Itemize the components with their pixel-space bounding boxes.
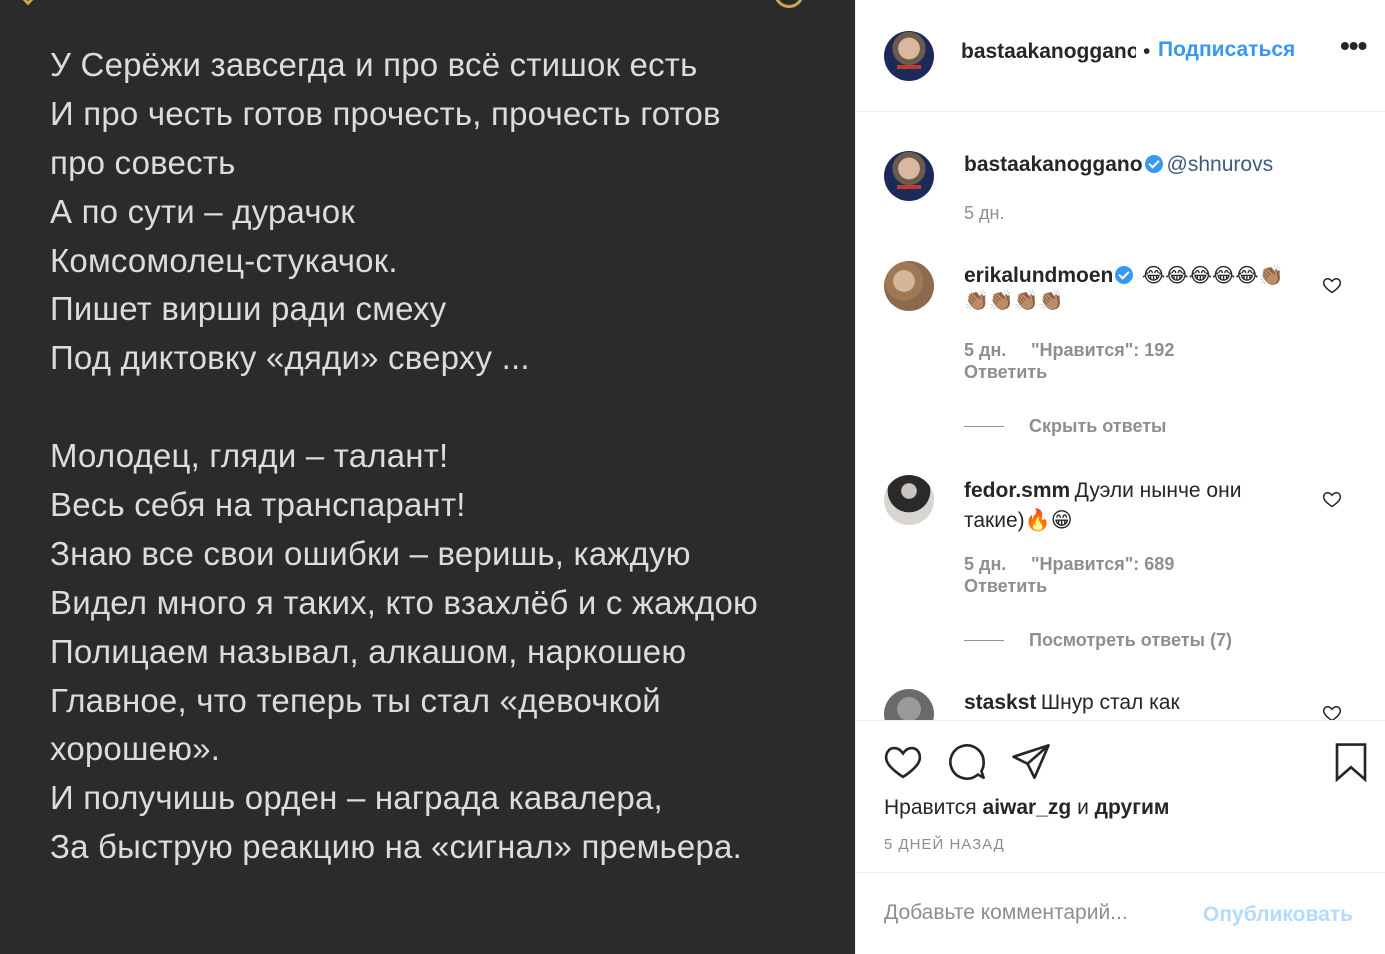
- comment-username[interactable]: erikalundmoen: [964, 264, 1113, 287]
- comment-likes[interactable]: "Нравится": 192: [1031, 340, 1174, 361]
- share-send-icon[interactable]: [1010, 741, 1052, 783]
- save-bookmark-icon[interactable]: [1330, 741, 1372, 783]
- avatar[interactable]: [884, 689, 934, 720]
- likes-others-link[interactable]: другим: [1095, 796, 1170, 819]
- poem-line: Комсомолец-стукачок.: [50, 241, 398, 279]
- like-comment-heart-icon[interactable]: [1322, 275, 1342, 295]
- poem-line: Под диктовку «дяди» сверху ...: [50, 339, 530, 377]
- poem-line: Весь себя на транспарант!: [50, 486, 466, 524]
- comment-time: 5 дн.: [964, 554, 1007, 574]
- poem-line: Молодец, гляди – талант!: [50, 437, 449, 475]
- caption: bastaakanoggano @shnurovs: [964, 153, 1273, 177]
- comment-text: 😂😂😂😂😂👏🏽: [1141, 263, 1284, 287]
- caption-username[interactable]: bastaakanoggano: [964, 153, 1143, 176]
- poem-line: Пишет вирши ради смеху: [50, 290, 447, 328]
- add-comment-section: Опубликовать: [856, 872, 1385, 954]
- comment-body: fedor.smm Дуэли нынче они такие)🔥😁: [964, 477, 1314, 537]
- header-username[interactable]: bastaakanoggano: [961, 40, 1136, 64]
- likes-prefix: Нравится: [884, 796, 977, 819]
- comment-text-line2: 👏🏽👏🏽👏🏽👏🏽: [964, 288, 1064, 312]
- avatar[interactable]: [884, 31, 934, 81]
- post-header: bastaakanoggano • Подписаться •••: [856, 0, 1385, 112]
- poem-line: [50, 383, 840, 432]
- like-comment-heart-icon[interactable]: [1322, 703, 1342, 720]
- post-timestamp[interactable]: 5 ДНЕЙ НАЗАД: [884, 836, 1005, 853]
- likes-mid: и: [1077, 796, 1089, 819]
- poem-line: Полицаем называл, алкашом, наркошею: [50, 632, 687, 670]
- like-comment-heart-icon[interactable]: [1322, 489, 1342, 509]
- publish-button[interactable]: Опубликовать: [1203, 903, 1353, 927]
- comment-body: staskst Шнур стал как: [964, 691, 1314, 715]
- verified-badge-icon: [1115, 266, 1134, 284]
- comment-time: 5 дн.: [964, 340, 1007, 360]
- comment-likes[interactable]: "Нравится": 689: [1031, 554, 1174, 575]
- more-options-icon[interactable]: •••: [1340, 30, 1367, 62]
- reply-button[interactable]: Ответить: [964, 362, 1047, 383]
- poem-line: И про честь готов прочесть, прочесть гот…: [50, 94, 721, 132]
- comment-text: Шнур стал как: [1040, 691, 1180, 714]
- emoji-circle-icon: [774, 0, 804, 8]
- comment-body: erikalundmoen 😂😂😂😂😂👏🏽 👏🏽👏🏽👏🏽👏🏽: [964, 263, 1314, 312]
- hide-replies-button[interactable]: Скрыть ответы: [1029, 416, 1166, 437]
- post-side-panel: bastaakanoggano • Подписаться ••• bastaa…: [855, 0, 1385, 954]
- poem-line: Знаю все свои ошибки – веришь, каждую: [50, 534, 691, 572]
- post-actions: Нравится aiwar_zg и другим 5 ДНЕЙ НАЗАД: [856, 720, 1385, 872]
- comments-list[interactable]: bastaakanoggano @shnurovs 5 дн. erikalund…: [856, 113, 1385, 720]
- poem-line: За быструю реакцию на «сигнал» премьера.: [50, 828, 742, 866]
- header-dot-separator: •: [1143, 40, 1151, 63]
- likes-user-link[interactable]: aiwar_zg: [983, 796, 1072, 819]
- poem-line: хорошею».: [50, 730, 221, 768]
- poem-line: Видел много я таких, кто взахлёб и с жаж…: [50, 583, 758, 621]
- view-replies-button[interactable]: Посмотреть ответы (7): [1029, 630, 1232, 651]
- post-image: У Серёжи завсегда и про всё стишок есть И…: [0, 0, 855, 954]
- comment-username[interactable]: fedor.smm: [964, 479, 1070, 502]
- avatar[interactable]: [884, 261, 934, 311]
- poem-line: Главное, что теперь ты стал «девочкой: [50, 681, 661, 719]
- follow-button[interactable]: Подписаться: [1158, 38, 1295, 62]
- verified-badge-icon: [1144, 155, 1163, 173]
- like-heart-icon[interactable]: [882, 741, 924, 783]
- reply-button[interactable]: Ответить: [964, 576, 1047, 597]
- comment-text: Дуэли нынче они: [1074, 479, 1242, 502]
- poem-text: У Серёжи завсегда и про всё стишок есть И…: [50, 41, 840, 872]
- poem-line: И получишь орден – награда кавалера,: [50, 779, 663, 817]
- caption-time: 5 дн.: [964, 203, 1005, 223]
- poem-line: про совесть: [50, 143, 236, 181]
- avatar[interactable]: [884, 151, 934, 201]
- avatar[interactable]: [884, 475, 934, 525]
- caption-mention[interactable]: @shnurovs: [1167, 153, 1274, 176]
- comment-bubble-icon[interactable]: [946, 741, 988, 783]
- replies-divider: [964, 640, 1004, 641]
- add-comment-input[interactable]: [884, 901, 1184, 925]
- comment-username[interactable]: staskst: [964, 691, 1036, 714]
- replies-divider: [964, 426, 1004, 427]
- likes-summary: Нравится aiwar_zg и другим: [884, 796, 1169, 820]
- poem-line: У Серёжи завсегда и про всё стишок есть: [50, 46, 698, 83]
- poem-line: А по сути – дурачок: [50, 192, 355, 230]
- comment-text-line2: такие)🔥😁: [964, 509, 1073, 532]
- prev-arrow-icon: [16, 0, 40, 6]
